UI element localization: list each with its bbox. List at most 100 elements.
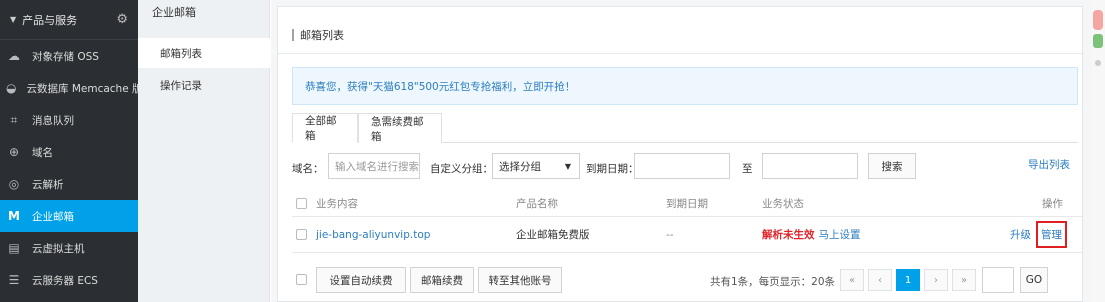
sidebar-item-label: 云解析 [32, 178, 64, 191]
header-product: 产品名称 [516, 198, 558, 210]
subnav-item-mailbox-list[interactable]: 邮箱列表 [138, 38, 270, 68]
tab-all-mailboxes[interactable]: 全部邮箱 [292, 113, 358, 143]
domain-label: 域名： [292, 163, 324, 175]
sidebar-header[interactable]: ▼ 产品与服务 ⚙ [0, 0, 138, 40]
page-jump-input[interactable] [982, 267, 1014, 293]
sidebar-item-memcache[interactable]: ◒ 云数据库 Memcache 版 [0, 72, 138, 104]
auto-renew-button[interactable]: 设置自动续费 [316, 267, 406, 293]
sidebar-item-label: 域名 [32, 146, 53, 159]
transfer-button[interactable]: 转至其他账号 [478, 267, 562, 293]
cloud-icon: ☁ [8, 49, 20, 63]
setup-now-link[interactable]: 马上设置 [819, 227, 861, 242]
sidebar-item-label: 消息队列 [32, 114, 74, 127]
row-checkbox[interactable] [296, 229, 307, 240]
renew-label: 邮箱续费 [421, 274, 463, 287]
group-select[interactable]: 选择分组 ▼ [492, 153, 580, 179]
right-edge-decoration [1091, 0, 1105, 302]
page-title-text: 邮箱列表 [300, 29, 344, 42]
tab-bar: 全部邮箱 急需续费邮箱 [292, 113, 1078, 143]
sidebar-item-mq[interactable]: ⌗ 消息队列 [0, 104, 138, 136]
group-label: 自定义分组： [430, 163, 493, 175]
subnav-title: 企业邮箱 [152, 6, 196, 19]
sidebar-item-label: 企业邮箱 [32, 210, 74, 223]
tab-renewal-needed[interactable]: 急需续费邮箱 [358, 113, 442, 143]
auto-renew-label: 设置自动续费 [329, 274, 393, 287]
main-area: 邮箱列表 恭喜您，获得"天猫618"500元红包专抢福利，立即开抢！ 全部邮箱 … [271, 0, 1091, 302]
database-icon: ◒ [6, 81, 17, 95]
sidebar-item-oss[interactable]: ☁ 对象存储 OSS [0, 40, 138, 72]
header-status: 业务状态 [762, 198, 804, 210]
sidebar-item-label: 云服务器 ECS [32, 274, 98, 287]
server-icon: ▤ [8, 241, 20, 255]
mail-m-icon: M [8, 209, 20, 223]
group-select-value: 选择分组 [499, 160, 541, 173]
table-footer: 设置自动续费 邮箱续费 转至其他账号 共有1条，每页显示：20条 « ‹ 1 ›… [292, 265, 1082, 295]
mailbox-table: 业务内容 产品名称 到期日期 业务状态 操作 jie-bang-aliyunvi… [292, 191, 1082, 253]
dns-icon: ◎ [8, 177, 20, 191]
decoration-shape [1093, 10, 1103, 30]
expire-date-label: 到期日期： [586, 163, 639, 175]
sidebar-item-label: 对象存储 OSS [32, 50, 99, 63]
promo-text: 恭喜您，获得"天猫618"500元红包专抢福利，立即开抢！ [305, 80, 576, 93]
status-badge: 解析未生效 [762, 229, 815, 241]
tab-label: 急需续费邮箱 [371, 115, 424, 143]
footer-select-checkbox[interactable] [296, 274, 307, 285]
status-cell: 解析未生效 马上设置 [762, 217, 861, 252]
sub-navigation: 企业邮箱 邮箱列表 操作记录 [138, 0, 270, 302]
sidebar-item-label: 云数据库 Memcache 版 [26, 82, 138, 95]
sidebar-header-label: 产品与服务 [22, 13, 78, 27]
page-info: 共有1条，每页显示：20条 [710, 276, 836, 288]
sidebar-item-mail[interactable]: M 企业邮箱 [0, 200, 138, 232]
manage-link[interactable]: 管理 [1036, 221, 1067, 248]
domain-search-placeholder: 输入域名进行搜索 [335, 160, 419, 173]
last-page-button[interactable]: » [952, 269, 976, 291]
pagination: « ‹ 1 › » [840, 269, 980, 291]
tab-label: 全部邮箱 [305, 115, 337, 142]
date-end-input[interactable] [762, 153, 858, 179]
subnav-item-operation-log[interactable]: 操作记录 [138, 70, 270, 100]
prev-page-button[interactable]: ‹ [868, 269, 892, 291]
filter-bar: 域名： 输入域名进行搜索 自定义分组： 选择分组 ▼ 到期日期： 至 搜索 导出… [292, 153, 1082, 183]
date-to-label: 至 [742, 163, 753, 175]
product-name: 企业邮箱免费版 [516, 229, 590, 241]
page-title: 邮箱列表 [292, 27, 344, 43]
decoration-dot [1095, 60, 1101, 66]
caret-down-icon: ▼ [10, 15, 17, 24]
decoration-shape [1093, 34, 1103, 48]
sidebar-item-label: 云虚拟主机 [32, 242, 85, 255]
expire-date: -- [666, 228, 674, 241]
page-button-current[interactable]: 1 [896, 269, 920, 291]
search-button-label: 搜索 [881, 160, 903, 173]
select-all-checkbox[interactable] [296, 198, 307, 209]
renew-button[interactable]: 邮箱续费 [410, 267, 474, 293]
title-bar-decoration [292, 29, 294, 41]
header-operation: 操作 [1042, 198, 1063, 210]
gear-icon[interactable]: ⚙ [116, 12, 128, 27]
sidebar-item-domain[interactable]: ⊕ 域名 [0, 136, 138, 168]
divider [278, 53, 1084, 54]
date-start-input[interactable] [634, 153, 730, 179]
screen: ▼ 产品与服务 ⚙ ☁ 对象存储 OSS ◒ 云数据库 Memcache 版 ⌗… [0, 0, 1105, 302]
upgrade-link[interactable]: 升级 [1010, 217, 1031, 252]
search-button[interactable]: 搜索 [868, 153, 916, 179]
ecs-icon: ☰ [8, 273, 20, 287]
domain-link[interactable]: jie-bang-aliyunvip.top [316, 217, 430, 252]
export-list-link[interactable]: 导出列表 [1028, 157, 1070, 172]
sidebar: ▼ 产品与服务 ⚙ ☁ 对象存储 OSS ◒ 云数据库 Memcache 版 ⌗… [0, 0, 138, 302]
first-page-button[interactable]: « [840, 269, 864, 291]
next-page-button[interactable]: › [924, 269, 948, 291]
sidebar-item-dns[interactable]: ◎ 云解析 [0, 168, 138, 200]
caret-down-icon: ▼ [564, 162, 571, 171]
go-button-label: GO [1025, 274, 1043, 286]
subnav-item-label: 邮箱列表 [160, 47, 202, 60]
table-header: 业务内容 产品名称 到期日期 业务状态 操作 [292, 191, 1082, 217]
header-content: 业务内容 [316, 198, 358, 210]
promo-banner[interactable]: 恭喜您，获得"天猫618"500元红包专抢福利，立即开抢！ [292, 67, 1078, 105]
domain-search-input[interactable]: 输入域名进行搜索 [328, 153, 420, 179]
queue-icon: ⌗ [10, 112, 18, 127]
globe-icon: ⊕ [8, 145, 20, 159]
transfer-label: 转至其他账号 [488, 274, 552, 287]
sidebar-item-vhost[interactable]: ▤ 云虚拟主机 [0, 232, 138, 264]
go-button[interactable]: GO [1020, 267, 1048, 293]
sidebar-item-ecs[interactable]: ☰ 云服务器 ECS [0, 264, 138, 296]
